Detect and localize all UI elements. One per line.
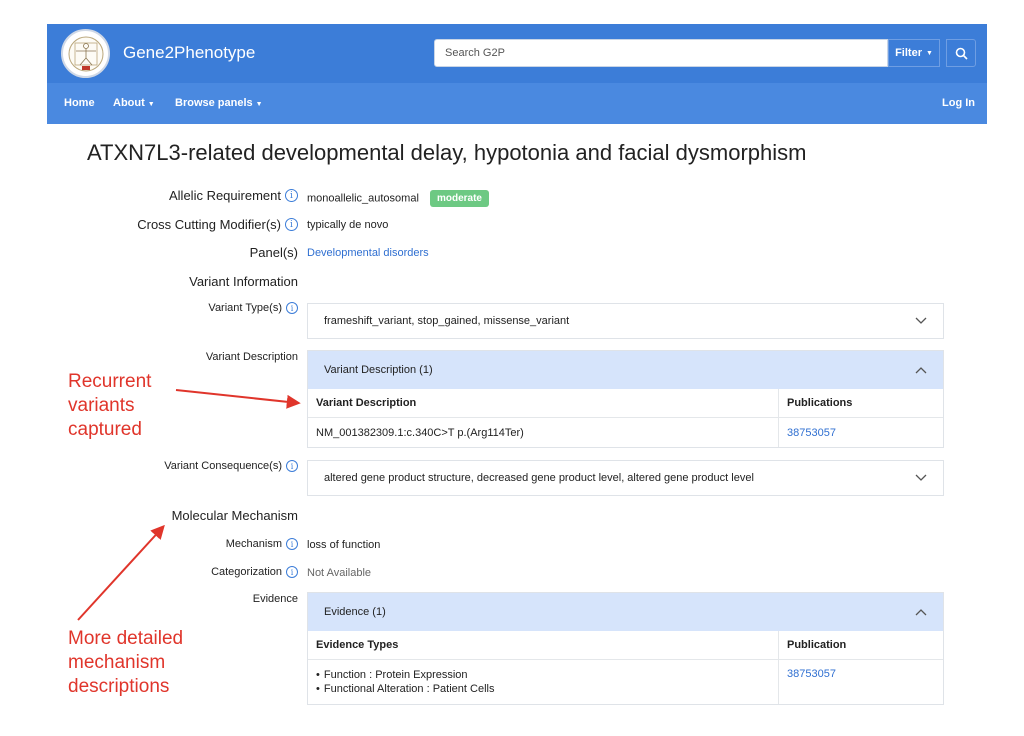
arrow-to-variant-description [175, 389, 301, 409]
filter-label: Filter [895, 47, 922, 59]
variant-information-heading: Variant Information [189, 274, 298, 289]
annotation-line: mechanism [68, 652, 166, 673]
caret-down-icon: ▼ [925, 49, 933, 57]
nav-login[interactable]: Log In [942, 97, 975, 109]
annotation-line: Recurrent [68, 371, 152, 392]
variant-cons-label-text: Variant Consequence(s) [164, 460, 282, 472]
info-icon[interactable]: i [286, 566, 298, 578]
evidence-types-cell: Function : Protein Expression Functional… [308, 660, 778, 704]
table-row: Function : Protein Expression Functional… [308, 660, 943, 704]
info-icon[interactable]: i [286, 538, 298, 550]
chevron-down-icon [915, 474, 927, 481]
brand-name[interactable]: Gene2Phenotype [123, 43, 255, 63]
search-input[interactable] [434, 39, 888, 67]
variant-consequences-label: Variant Consequence(s) i [164, 460, 298, 472]
vitruvian-logo-icon [68, 36, 103, 71]
cross-cutting-modifier-label: Cross Cutting Modifier(s) i [137, 217, 298, 232]
annotation-recurrent-variants: Recurrent variants captured [68, 370, 151, 442]
arrow-to-molecular-mechanism [77, 524, 165, 621]
mol-mech-text: Molecular Mechanism [171, 508, 298, 523]
categorization-label: Categorization i [211, 566, 298, 578]
variant-info-text: Variant Information [189, 274, 298, 289]
variant-description-accordion: Variant Description (1) Variant Descript… [307, 350, 944, 448]
filter-button[interactable]: Filter ▼ [888, 39, 940, 67]
allelic-label-text: Allelic Requirement [169, 188, 281, 203]
nav-about[interactable]: About ▼ [113, 97, 155, 109]
info-icon[interactable]: i [286, 460, 298, 472]
search-button[interactable] [946, 39, 976, 67]
variant-desc-label-text: Variant Description [205, 351, 298, 363]
annotation-line: descriptions [68, 676, 170, 697]
variant-cons-value: altered gene product structure, decrease… [324, 472, 754, 484]
list-item: Functional Alteration : Patient Cells [316, 682, 778, 696]
caret-down-icon: ▼ [147, 101, 155, 108]
publication-cell: 38753057 [778, 660, 943, 704]
evidence-label: Evidence [253, 593, 298, 605]
mechanism-label: Mechanism i [226, 538, 298, 550]
publication-link[interactable]: 38753057 [787, 427, 836, 439]
annotation-line: captured [68, 419, 142, 440]
info-icon[interactable]: i [285, 218, 298, 231]
panels-label-text: Panel(s) [249, 245, 298, 260]
evidence-list: Function : Protein Expression Functional… [316, 668, 778, 696]
annotation-line: More detailed [68, 628, 184, 649]
info-icon[interactable]: i [286, 302, 298, 314]
search-icon [955, 47, 968, 60]
nav-browse-panels[interactable]: Browse panels ▼ [175, 97, 263, 109]
cross-cutting-modifier-value: typically de novo [307, 219, 389, 231]
variant-description-table-header: Variant Description Publications [308, 389, 943, 418]
page-title: ATXN7L3-related developmental delay, hyp… [87, 140, 807, 165]
variant-types-label-text: Variant Type(s) [208, 302, 282, 314]
nav-bar: Home About ▼ Browse panels ▼ Log In [47, 83, 987, 124]
categorization-value: Not Available [307, 567, 372, 579]
panel-link[interactable]: Developmental disorders [307, 247, 429, 259]
mechanism-label-text: Mechanism [225, 538, 282, 550]
variant-types-value: frameshift_variant, stop_gained, missens… [324, 315, 570, 327]
caret-down-icon: ▼ [255, 101, 263, 108]
evidence-table-header: Evidence Types Publication [308, 631, 943, 660]
top-header: Gene2Phenotype Filter ▼ [47, 24, 987, 83]
list-item: Function : Protein Expression [316, 668, 778, 682]
chevron-up-icon [915, 367, 927, 374]
variant-types-select[interactable]: frameshift_variant, stop_gained, missens… [307, 303, 944, 339]
variant-description-accordion-header[interactable]: Variant Description (1) [308, 351, 943, 389]
categorization-label-text: Categorization [211, 566, 282, 578]
variant-types-label: Variant Type(s) i [208, 302, 298, 314]
g2p-logo[interactable] [61, 29, 110, 78]
variant-desc-col-header: Variant Description [316, 397, 417, 409]
publication-col-header: Publication [778, 631, 943, 659]
chevron-up-icon [915, 609, 927, 616]
mechanism-value: loss of function [307, 539, 381, 551]
annotation-line: variants [68, 395, 135, 416]
panels-label: Panel(s) [250, 245, 298, 260]
table-row: NM_001382309.1:c.340C>T p.(Arg114Ter) 38… [308, 418, 943, 447]
chevron-down-icon [915, 317, 927, 324]
nav-home[interactable]: Home [64, 97, 95, 109]
annotation-mechanism-descriptions: More detailed mechanism descriptions [68, 627, 183, 699]
publication-link[interactable]: 38753057 [787, 668, 836, 680]
variant-desc-cell: NM_001382309.1:c.340C>T p.(Arg114Ter) [316, 426, 524, 439]
variant-description-label: Variant Description [206, 351, 298, 363]
confidence-badge: moderate [429, 190, 489, 207]
info-icon[interactable]: i [285, 189, 298, 202]
allelic-requirement-label: Allelic Requirement i [169, 188, 298, 203]
evidence-accordion-title: Evidence (1) [324, 606, 386, 618]
publication-cell: 38753057 [778, 418, 943, 447]
evidence-label-text: Evidence [252, 593, 298, 605]
variant-consequences-select[interactable]: altered gene product structure, decrease… [307, 460, 944, 496]
evidence-types-col-header: Evidence Types [316, 639, 399, 651]
allelic-value-text: monoallelic_autosomal [307, 192, 419, 205]
nav-about-label: About [113, 97, 145, 109]
allelic-requirement-value: monoallelic_autosomal moderate [307, 190, 489, 207]
evidence-accordion: Evidence (1) Evidence Types Publication … [307, 592, 944, 705]
variant-desc-accordion-title: Variant Description (1) [324, 364, 433, 376]
molecular-mechanism-heading: Molecular Mechanism [172, 508, 298, 523]
ccm-label-text: Cross Cutting Modifier(s) [137, 217, 281, 232]
nav-browse-label: Browse panels [175, 97, 253, 109]
publications-col-header: Publications [778, 389, 943, 417]
evidence-accordion-header[interactable]: Evidence (1) [308, 593, 943, 631]
